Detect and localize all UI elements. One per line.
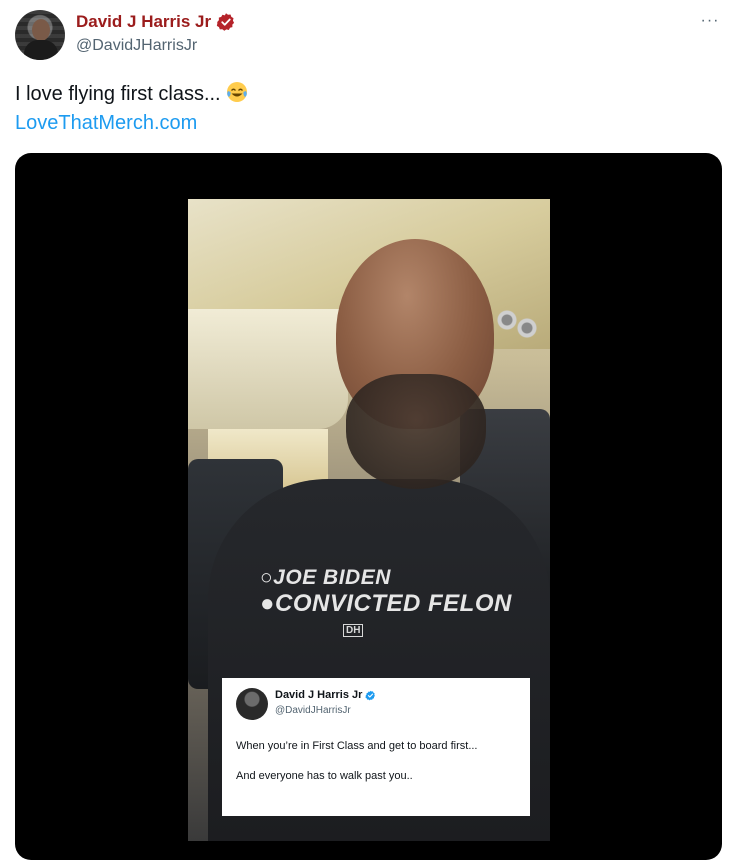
- more-dots-icon: ···: [700, 12, 720, 29]
- laughing-crying-emoji-icon: [225, 80, 249, 104]
- embedded-handle: @DavidJHarrisJr: [275, 705, 351, 716]
- embedded-tweet-text: When you’re in First Class and get to bo…: [236, 739, 516, 799]
- overhead-bin: [188, 309, 348, 429]
- author-avatar[interactable]: [15, 10, 65, 60]
- person-beard: [346, 374, 486, 489]
- embedded-line-1: When you’re in First Class and get to bo…: [236, 740, 478, 752]
- shirt-line-1: ○JOE BIDEN: [260, 566, 391, 589]
- avatar-body: [24, 40, 58, 60]
- shirt-print: ○JOE BIDEN ●CONVICTED FELON: [260, 565, 512, 617]
- embedded-display-name: David J Harris Jr: [275, 689, 363, 701]
- video-frame[interactable]: ○JOE BIDEN ●CONVICTED FELON DH David J H…: [188, 199, 550, 841]
- tweet-post: David J Harris Jr @DavidJHarrisJr ··· I …: [0, 0, 735, 866]
- author-display-name[interactable]: David J Harris Jr: [76, 11, 211, 33]
- verified-badge-icon: [216, 12, 236, 32]
- tweet-text: I love flying first class...: [15, 80, 249, 107]
- more-options-button[interactable]: ···: [699, 10, 721, 32]
- author-handle[interactable]: @DavidJHarrisJr: [76, 36, 197, 56]
- shirt-line-2: ●CONVICTED FELON: [260, 590, 512, 617]
- merch-link[interactable]: LoveThatMerch.com: [15, 110, 197, 136]
- tweet-text-content: I love flying first class...: [15, 83, 221, 105]
- embedded-tweet-card: David J Harris Jr @DavidJHarrisJr When y…: [222, 678, 530, 816]
- author-name-row: David J Harris Jr: [76, 11, 236, 33]
- video-media[interactable]: ○JOE BIDEN ●CONVICTED FELON DH David J H…: [15, 153, 722, 860]
- embedded-verified-badge-icon: [365, 690, 376, 701]
- avatar-head: [32, 19, 50, 41]
- embedded-avatar: [236, 688, 268, 720]
- air-vent: [492, 304, 542, 344]
- embedded-name-row: David J Harris Jr: [275, 689, 376, 701]
- shirt-logo: DH: [343, 624, 364, 637]
- embedded-line-2: And everyone has to walk past you..: [236, 770, 413, 782]
